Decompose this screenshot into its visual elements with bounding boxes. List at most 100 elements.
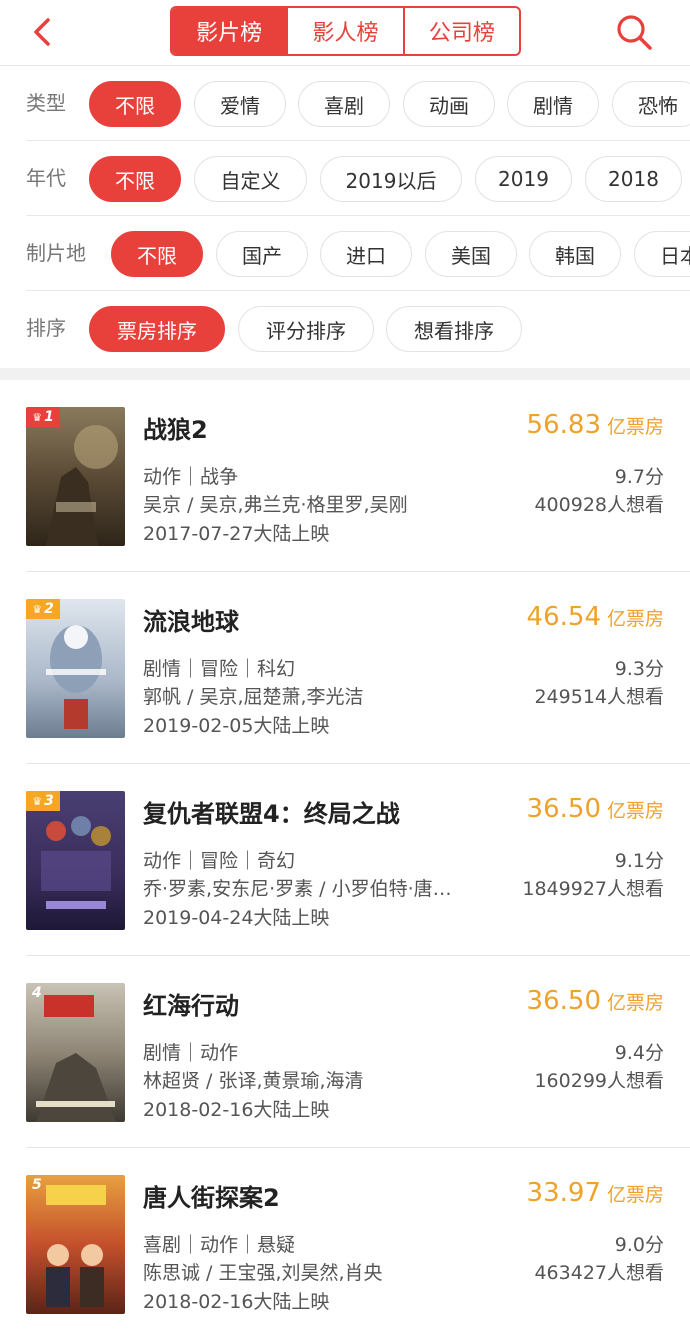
movie-list-item[interactable]: 5 唐人街探案2 33.97 亿票房 喜剧｜动作｜悬疑 9.0分 陈思诚 / 王宝… (0, 1148, 690, 1330)
movie-poster: ♛ 2 (26, 599, 125, 738)
movie-genres: 喜剧｜动作｜悬疑 (143, 1234, 296, 1256)
region-chip-usa[interactable]: 美国 (425, 231, 517, 277)
region-chip-imported[interactable]: 进口 (320, 231, 412, 277)
back-button[interactable] (26, 12, 62, 52)
filter-panel: 类型 不限 爱情 喜剧 动画 剧情 恐怖 年代 不限 自定义 2019以后 20… (0, 66, 690, 368)
filter-label-genre: 类型 (26, 91, 66, 115)
region-chip-japan[interactable]: 日本 (634, 231, 690, 277)
search-button[interactable] (612, 10, 656, 54)
movie-cast: 林超贤 / 张译,黄景瑜,海清 (143, 1070, 364, 1092)
region-chip-all[interactable]: 不限 (111, 231, 203, 277)
era-chip-2018[interactable]: 2018 (585, 156, 682, 202)
release-date: 2019-02-05大陆上映 (143, 715, 330, 737)
movie-list-item[interactable]: ♛ 2 流浪地球 46.54 亿票房 剧情｜冒险｜科幻 9.3分 郭帆 / 吴京,屈… (0, 572, 690, 764)
movie-title: 唐人街探案2 (143, 1184, 280, 1212)
genre-chip-all[interactable]: 不限 (89, 81, 181, 127)
genre-chip-drama[interactable]: 剧情 (507, 81, 599, 127)
movie-title: 红海行动 (143, 992, 239, 1020)
movie-title: 复仇者联盟4：终局之战 (143, 800, 400, 828)
genre-chip-animation[interactable]: 动画 (403, 81, 495, 127)
box-office: 33.97 亿票房 (527, 1178, 664, 1208)
box-office: 36.50 亿票房 (527, 794, 664, 824)
movie-list-item[interactable]: ♛ 1 战狼2 56.83 亿票房 动作｜战争 9.7分 吴京 / 吴京,弗兰克·格… (0, 380, 690, 572)
movie-cast: 郭帆 / 吴京,屈楚萧,李光洁 (143, 686, 364, 708)
filter-row-genre: 类型 不限 爱情 喜剧 动画 剧情 恐怖 (0, 66, 690, 141)
want-count: 249514人想看 (534, 686, 664, 708)
genre-chip-horror[interactable]: 恐怖 (612, 81, 690, 127)
movie-list-item[interactable]: 4 红海行动 36.50 亿票房 剧情｜动作 9.4分 林超贤 / 张译,黄景瑜,… (0, 956, 690, 1148)
era-chip-custom[interactable]: 自定义 (194, 156, 307, 202)
rank-badge: ♛ 2 (26, 599, 60, 619)
movie-score: 9.3分 (614, 658, 664, 680)
filter-label-region: 制片地 (26, 241, 86, 265)
poster-image (26, 407, 125, 546)
poster-image (26, 983, 125, 1122)
release-date: 2019-04-24大陆上映 (143, 907, 330, 929)
box-office: 46.54 亿票房 (527, 602, 664, 632)
tab-movie-ranking[interactable]: 影片榜 (172, 8, 287, 54)
movie-ranking-list: ♛ 1 战狼2 56.83 亿票房 动作｜战争 9.7分 吴京 / 吴京,弗兰克·格… (0, 380, 690, 1330)
chevron-left-icon (34, 18, 50, 46)
movie-score: 9.4分 (614, 1042, 664, 1064)
filter-row-sort: 排序 票房排序 评分排序 想看排序 (0, 291, 690, 366)
era-chip-after-2019[interactable]: 2019以后 (320, 156, 462, 202)
movie-cast: 吴京 / 吴京,弗兰克·格里罗,吴刚 (143, 494, 408, 516)
box-office-unit: 亿票房 (606, 608, 664, 630)
top-bar: 影片榜 影人榜 公司榜 (0, 0, 690, 66)
sort-chip-box-office[interactable]: 票房排序 (89, 306, 225, 352)
release-date: 2018-02-16大陆上映 (143, 1099, 330, 1121)
movie-genres: 剧情｜冒险｜科幻 (143, 658, 296, 680)
want-count: 463427人想看 (534, 1262, 664, 1284)
movie-poster: ♛ 1 (26, 407, 125, 546)
sort-chip-rating[interactable]: 评分排序 (238, 306, 374, 352)
box-office-value: 36.50 (526, 794, 601, 824)
rank-badge: 4 (32, 985, 42, 1001)
want-count: 1849927人想看 (522, 878, 664, 900)
rank-badge: ♛ 3 (26, 791, 60, 811)
box-office-value: 56.83 (526, 410, 601, 440)
movie-title: 流浪地球 (143, 608, 239, 636)
release-date: 2017-07-27大陆上映 (143, 523, 330, 545)
box-office-value: 33.97 (526, 1178, 601, 1208)
box-office-unit: 亿票房 (606, 1184, 664, 1206)
box-office-unit: 亿票房 (606, 800, 664, 822)
release-date: 2018-02-16大陆上映 (143, 1291, 330, 1313)
genre-chip-romance[interactable]: 爱情 (194, 81, 286, 127)
box-office: 56.83 亿票房 (527, 410, 664, 440)
era-chip-2019[interactable]: 2019 (475, 156, 572, 202)
section-divider (0, 368, 690, 380)
movie-score: 9.7分 (614, 466, 664, 488)
tab-people-ranking[interactable]: 影人榜 (286, 8, 402, 54)
box-office-value: 36.50 (526, 986, 601, 1016)
crown-icon: ♛ (32, 410, 43, 424)
filter-row-era: 年代 不限 自定义 2019以后 2019 2018 (0, 141, 690, 216)
box-office-unit: 亿票房 (606, 416, 664, 438)
box-office-value: 46.54 (526, 602, 601, 632)
poster-image (26, 791, 125, 930)
movie-poster: 4 (26, 983, 125, 1122)
want-count: 160299人想看 (534, 1070, 664, 1092)
rank-badge: ♛ 1 (26, 407, 60, 427)
crown-icon: ♛ (32, 794, 43, 808)
movie-score: 9.0分 (614, 1234, 664, 1256)
poster-image (26, 599, 125, 738)
rank-badge: 5 (32, 1177, 42, 1193)
crown-icon: ♛ (32, 602, 43, 616)
movie-cast: 乔·罗素,安东尼·罗素 / 小罗伯特·唐… (143, 878, 452, 900)
sort-chip-want[interactable]: 想看排序 (386, 306, 522, 352)
filter-row-region: 制片地 不限 国产 进口 美国 韩国 日本 (0, 216, 690, 291)
movie-title: 战狼2 (143, 416, 208, 444)
region-chip-korea[interactable]: 韩国 (529, 231, 621, 277)
want-count: 400928人想看 (534, 494, 664, 516)
tab-company-ranking[interactable]: 公司榜 (402, 8, 519, 54)
genre-chip-comedy[interactable]: 喜剧 (298, 81, 390, 127)
movie-list-item[interactable]: ♛ 3 复仇者联盟4：终局之战 36.50 亿票房 动作｜冒险｜奇幻 9.1分 乔·… (0, 764, 690, 956)
ranking-type-tabs: 影片榜 影人榜 公司榜 (170, 6, 521, 56)
movie-poster: 5 (26, 1175, 125, 1314)
movie-genres: 动作｜冒险｜奇幻 (143, 850, 296, 872)
era-chip-all[interactable]: 不限 (89, 156, 181, 202)
poster-image (26, 1175, 125, 1314)
filter-label-sort: 排序 (26, 316, 66, 340)
movie-genres: 剧情｜动作 (143, 1042, 239, 1064)
region-chip-domestic[interactable]: 国产 (216, 231, 308, 277)
